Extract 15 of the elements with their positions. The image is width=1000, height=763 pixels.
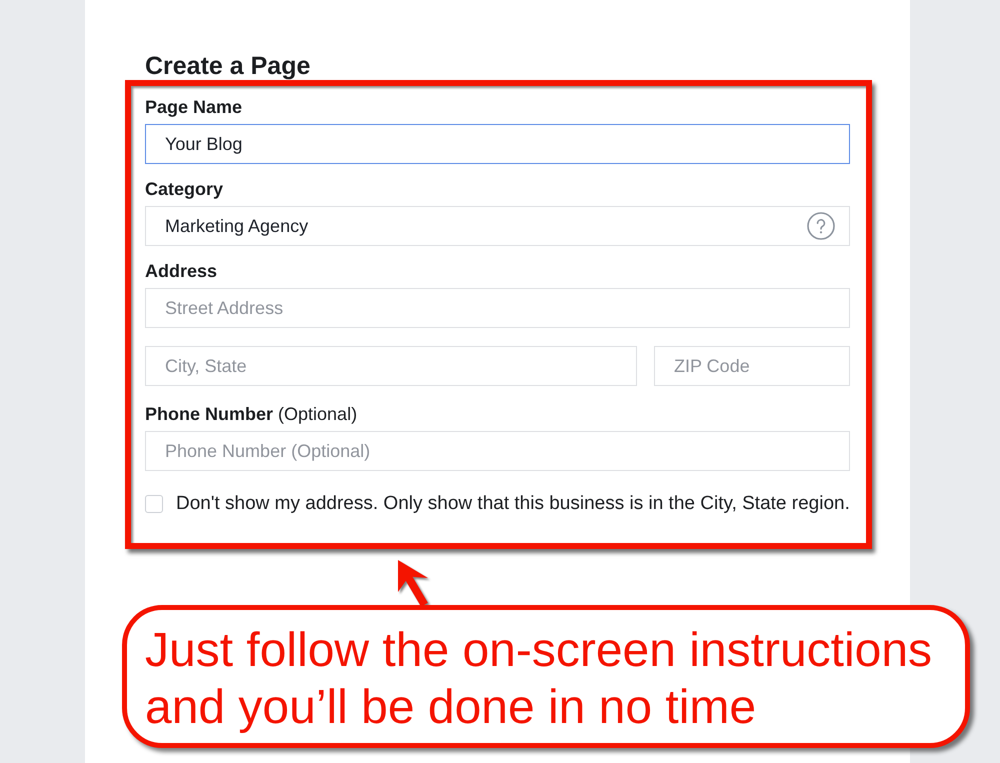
text-input[interactable]: Phone Number (Optional) [145, 431, 850, 471]
callout-text: Just follow the on-screen instructions and you’ll be done in no time [145, 623, 934, 736]
field-label: Address [145, 260, 218, 282]
page-title: Create a Page [145, 53, 310, 80]
field-label: Page Name [145, 96, 242, 118]
text-input[interactable]: Marketing Agency [145, 206, 850, 246]
checkbox-label: Don't show my address. Only show that this business is in the City, State region. [176, 493, 850, 515]
field-label: Phone Number (Optional) [145, 403, 358, 425]
help-icon[interactable] [807, 212, 835, 240]
field-label: Category [145, 178, 224, 200]
zip-input[interactable]: ZIP Code [654, 346, 850, 386]
checkbox[interactable] [145, 495, 163, 513]
street-input[interactable]: Street Address [145, 288, 850, 328]
text-input[interactable]: Your Blog [145, 124, 850, 164]
city-input[interactable]: City, State [145, 346, 637, 386]
